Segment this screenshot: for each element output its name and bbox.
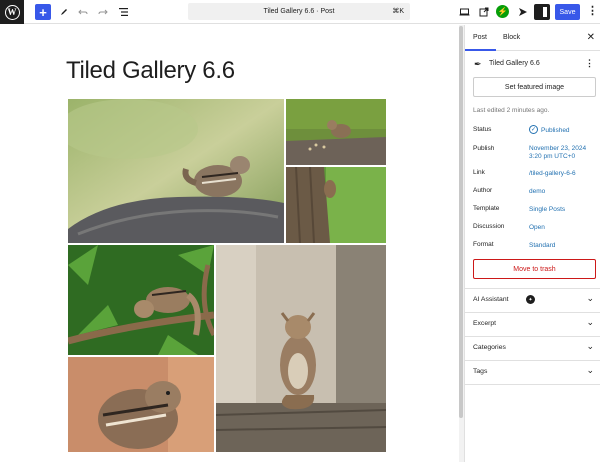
status-label: Status: [473, 126, 492, 133]
options-more-button[interactable]: ⋮: [587, 4, 598, 17]
template-value[interactable]: Single Posts: [529, 205, 565, 214]
view-post-button[interactable]: [476, 4, 492, 20]
author-label: Author: [473, 187, 493, 194]
gallery-image[interactable]: [286, 167, 386, 243]
settings-sidebar: Post Block ✕ ✒ Tiled Gallery 6.6 ⋮ Set f…: [464, 25, 600, 462]
chipmunk-on-rock-image: [68, 99, 284, 243]
chipmunk-on-tree-image: [286, 167, 386, 243]
pencil-icon: [61, 9, 67, 15]
gallery-image[interactable]: [68, 99, 284, 243]
editor-app: W + Tiled Gallery 6.6 · Post ⌘K ⚡ Save ⋮…: [0, 0, 600, 462]
link-label: Link: [473, 169, 485, 176]
list-view-icon: [118, 8, 128, 16]
edit-mode-button[interactable]: [56, 4, 72, 20]
wordpress-icon: W: [4, 4, 20, 20]
settings-sidebar-toggle[interactable]: [534, 4, 550, 20]
chipmunk-eating-image: [68, 357, 214, 452]
chipmunk-standing-image: [216, 245, 386, 452]
gallery-image[interactable]: [216, 245, 386, 452]
tab-block[interactable]: Block: [503, 34, 520, 41]
command-palette-bar[interactable]: Tiled Gallery 6.6 · Post ⌘K: [188, 3, 410, 20]
author-value[interactable]: demo: [529, 187, 545, 196]
panel-divider: [465, 384, 600, 385]
panel-label: Tags: [473, 368, 488, 375]
chevron-down-icon: ⌄: [586, 341, 594, 351]
desktop-preview-icon: [459, 8, 469, 16]
format-value[interactable]: Standard: [529, 241, 555, 250]
ai-sparkle-icon: ✦: [526, 295, 535, 304]
save-button[interactable]: Save: [555, 4, 580, 20]
gallery-image[interactable]: [286, 99, 386, 165]
chevron-down-icon: ⌄: [586, 293, 594, 303]
panel-categories[interactable]: Categories ⌄: [465, 336, 600, 360]
sidebar-tabs: Post Block ✕: [464, 25, 600, 51]
tab-post[interactable]: Post: [464, 34, 497, 51]
external-link-icon: [479, 7, 489, 17]
add-block-button[interactable]: +: [35, 4, 51, 20]
published-check-icon: ✓: [529, 125, 538, 134]
discussion-label: Discussion: [473, 223, 505, 230]
panel-tags[interactable]: Tags ⌄: [465, 360, 600, 384]
editor-canvas[interactable]: Tiled Gallery 6.6: [0, 25, 458, 462]
publish-label: Publish: [473, 145, 495, 152]
template-label: Template: [473, 205, 500, 212]
redo-icon: [98, 9, 108, 15]
send-button[interactable]: [515, 4, 531, 20]
document-actions-button[interactable]: ⋮: [585, 58, 594, 69]
post-title[interactable]: Tiled Gallery 6.6: [66, 57, 235, 85]
undo-button[interactable]: [75, 4, 91, 20]
move-to-trash-button[interactable]: Move to trash: [473, 259, 596, 279]
gallery-image[interactable]: [68, 357, 214, 452]
status-value[interactable]: Published: [541, 126, 570, 135]
link-value[interactable]: /tiled-gallery-6-6: [529, 169, 576, 178]
preview-button[interactable]: [456, 4, 472, 20]
paper-plane-icon: [519, 8, 527, 16]
chevron-down-icon: ⌄: [586, 317, 594, 327]
jetpack-icon: ⚡: [497, 7, 508, 16]
editor-toolbar: W + Tiled Gallery 6.6 · Post ⌘K ⚡ Save ⋮: [0, 0, 600, 24]
set-featured-image-button[interactable]: Set featured image: [473, 77, 596, 97]
panel-label: Excerpt: [473, 320, 497, 327]
panel-label: AI Assistant: [473, 296, 509, 303]
last-edited-text: Last edited 2 minutes ago.: [473, 107, 550, 114]
post-feather-icon: ✒: [474, 59, 482, 69]
publish-time-value[interactable]: 3:20 pm UTC+0: [529, 152, 575, 161]
wordpress-logo-button[interactable]: W: [0, 0, 24, 24]
panel-excerpt[interactable]: Excerpt ⌄: [465, 312, 600, 336]
undo-icon: [78, 9, 88, 15]
redo-button[interactable]: [95, 4, 111, 20]
chevron-down-icon: ⌄: [586, 365, 594, 375]
panel-label: Categories: [473, 344, 506, 351]
gallery-image[interactable]: [68, 245, 214, 355]
discussion-value[interactable]: Open: [529, 223, 545, 232]
close-sidebar-icon[interactable]: ✕: [587, 32, 595, 43]
command-shortcut: ⌘K: [392, 8, 404, 15]
format-label: Format: [473, 241, 494, 248]
document-title: Tiled Gallery 6.6: [489, 60, 540, 67]
document-overview-button[interactable]: [115, 4, 131, 20]
chipmunk-on-log-image: [286, 99, 386, 165]
panel-ai-assistant[interactable]: AI Assistant ✦ ⌄: [465, 288, 600, 312]
chipmunk-on-branch-image: [68, 245, 214, 355]
jetpack-button[interactable]: ⚡: [496, 5, 509, 18]
canvas-scrollbar-thumb[interactable]: [459, 26, 463, 418]
command-title: Tiled Gallery 6.6 · Post: [263, 8, 335, 15]
